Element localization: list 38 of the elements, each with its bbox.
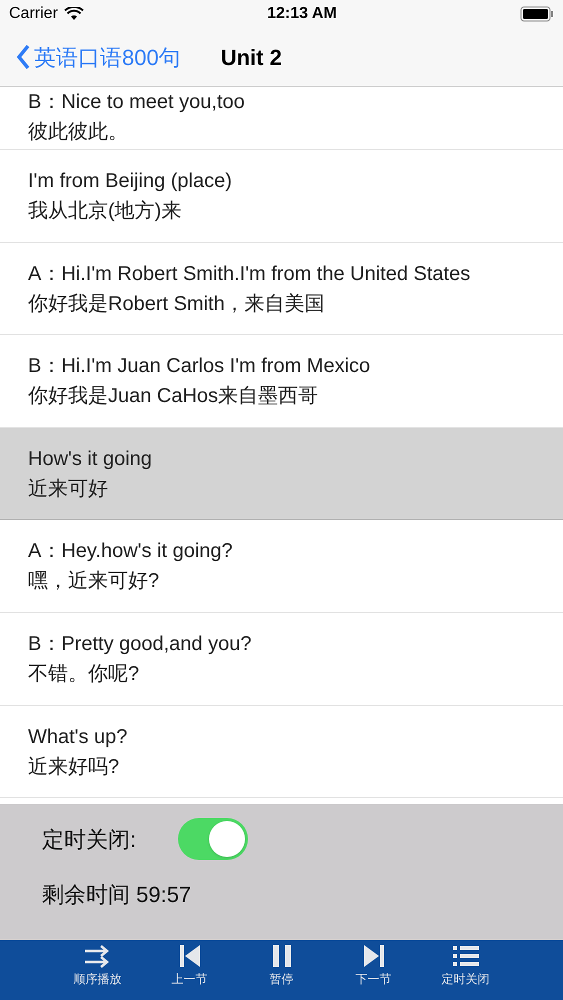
toolbar-button[interactable]: 下一节 xyxy=(342,944,406,1000)
sentence-row[interactable]: What's up? 近来好吗? xyxy=(0,706,563,798)
english-sentence: B：Nice to meet you,too xyxy=(28,90,246,115)
english-sentence: What's up? xyxy=(28,724,128,750)
pause-icon xyxy=(270,944,292,968)
english-sentence: A：Hi.I'm Robert Smith.I'm from the United States xyxy=(28,262,472,287)
chinese-translation: 你好我是Robert Smith，来自美国 xyxy=(28,292,326,317)
sentence-row[interactable]: A：Hi.I'm Robert Smith.I'm from the United States 你好我是Robert Smith，来自美国 xyxy=(0,242,563,336)
chinese-translation: 近来好吗? xyxy=(28,754,120,780)
battery-icon xyxy=(520,6,554,22)
page-title: Unit 2 xyxy=(220,44,282,72)
chinese-translation: 你好我是Juan CaHos来自墨西哥 xyxy=(28,384,320,410)
sentence-row[interactable]: How's it going 近来可好 xyxy=(0,428,563,520)
english-sentence: A：Hey.how's it going? xyxy=(28,539,234,564)
carrier-label: Carrier xyxy=(9,4,58,24)
status-time: 12:13 AM xyxy=(267,4,337,24)
chinese-translation: 嘿，近来可好? xyxy=(28,569,160,594)
remaining-time: 剩余时间 59:57 xyxy=(42,881,192,910)
chinese-translation: 彼此彼此。 xyxy=(28,120,129,145)
toolbar-button[interactable]: 上一节 xyxy=(158,944,222,1000)
toolbar-button[interactable]: 暂停 xyxy=(250,944,314,1000)
back-button[interactable]: 英语口语800句 xyxy=(16,40,181,74)
chinese-translation: 不错。你呢? xyxy=(28,662,140,687)
toolbar-button[interactable]: 顺序播放 xyxy=(66,944,130,1000)
chinese-translation: 近来可好 xyxy=(28,476,109,502)
list-icon xyxy=(452,944,480,968)
english-sentence: B：Pretty good,and you? xyxy=(28,632,252,657)
previous-icon xyxy=(178,944,200,968)
chinese-translation: 我从北京(地方)来 xyxy=(28,199,182,224)
next-icon xyxy=(362,944,384,968)
timer-switch[interactable] xyxy=(178,818,248,860)
english-sentence: I'm from Beijing (place) xyxy=(28,169,233,194)
chevron-left-icon xyxy=(16,44,30,70)
english-sentence: B：Hi.I'm Juan Carlos I'm from Mexico xyxy=(28,354,372,380)
wifi-icon xyxy=(64,7,84,21)
timer-label: 定时关闭: xyxy=(42,826,136,854)
english-sentence: How's it going xyxy=(28,446,153,472)
toolbar-button[interactable]: 定时关闭 xyxy=(434,944,498,1000)
